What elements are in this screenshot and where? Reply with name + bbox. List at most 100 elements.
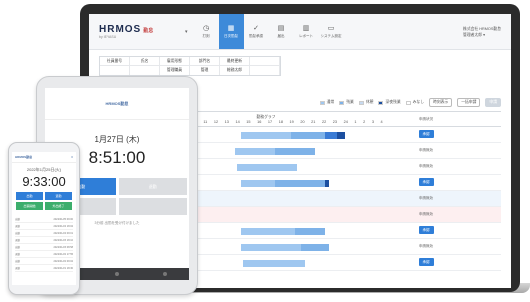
phone-clock-out-button[interactable]: 退勤 bbox=[45, 192, 72, 200]
status-text: 申請無効 bbox=[419, 164, 433, 168]
info-cell: 総務太郎 bbox=[220, 66, 250, 75]
info-cell: 雇用形態 bbox=[160, 57, 190, 66]
dot-icon[interactable] bbox=[163, 272, 167, 276]
cell-action: 申請無効 bbox=[413, 212, 439, 217]
user-menu[interactable]: 株式会社 HRMOS勤怠 管理者太郎 ▾ bbox=[463, 26, 501, 38]
cell-action: 承認 bbox=[413, 130, 439, 138]
punch-time: 2022/01/22 17:55 bbox=[53, 252, 73, 256]
time-display-button[interactable]: 時刻表示 bbox=[429, 98, 453, 107]
nav-item-2[interactable]: ✓ 勤怠承認 bbox=[244, 14, 269, 49]
info-cell: 最終更新 bbox=[220, 57, 250, 66]
hour-tick: 17 bbox=[267, 119, 273, 124]
punch-time: 2022/01/24 09:01 bbox=[53, 231, 73, 235]
phone-clock-in-button[interactable]: 出勤 bbox=[16, 192, 43, 200]
work-bar bbox=[235, 148, 275, 155]
logo: HRMOS 勤怠 bbox=[99, 24, 154, 35]
approve-button[interactable]: 承認 bbox=[418, 258, 434, 266]
hour-tick: 4 bbox=[380, 119, 383, 124]
nav-item-1[interactable]: ▦ 日次勤怠 bbox=[218, 14, 244, 49]
tablet-button-4[interactable] bbox=[118, 198, 187, 215]
header-action: 申請状況 bbox=[419, 116, 433, 121]
status-text: 申請無効 bbox=[419, 196, 433, 200]
list-item[interactable]: 出勤 2022/01/25 09:00 bbox=[15, 216, 73, 223]
hour-tick: 1 bbox=[354, 119, 357, 124]
app-header: HRMOS 勤怠 by IEYASU ▾ ◷ 打刻 ▦ 日次勤怠 ✓ 勤怠承認 ▤ 届出 ▥ レポー… bbox=[89, 14, 511, 50]
work-bar bbox=[301, 244, 329, 251]
legend-item[interactable]: 残業 bbox=[339, 100, 354, 105]
clock-icon: ◷ bbox=[202, 24, 210, 32]
legend-item[interactable]: 休憩 bbox=[358, 100, 374, 105]
cell-action: 承認 bbox=[413, 258, 439, 266]
phone-out-end-button[interactable]: 外出終了 bbox=[45, 202, 72, 210]
legend-item[interactable]: みなし bbox=[405, 100, 425, 105]
logo-subtitle: by IEYASU bbox=[99, 35, 117, 39]
nav-item-5[interactable]: ▭ システム設定 bbox=[319, 14, 344, 49]
phone-date: 2022年1月25日(火) bbox=[26, 167, 62, 172]
list-item[interactable]: 退勤 2022/01/24 18:02 bbox=[15, 223, 73, 230]
punch-history: 出勤 2022/01/25 09:00 退勤 2022/01/24 18:02 出勤 20… bbox=[12, 216, 76, 272]
main-nav: ◷ 打刻 ▦ 日次勤怠 ✓ 勤怠承認 ▤ 届出 ▥ レポート ▭ システム設定 bbox=[194, 14, 344, 49]
phone-screen: HRMOS勤怠 ≡ 2022年1月25日(火) 9:33:00 出勤 退勤 出張… bbox=[12, 152, 76, 285]
nav-item-4[interactable]: ▥ レポート bbox=[294, 14, 319, 49]
nav-label: 届出 bbox=[277, 33, 285, 38]
menu-icon[interactable]: ≡ bbox=[71, 155, 73, 159]
hour-tick: 3 bbox=[371, 119, 374, 124]
clock-out-button[interactable]: 退勤 bbox=[118, 178, 187, 195]
work-bar bbox=[337, 132, 345, 139]
legend-swatch bbox=[405, 100, 411, 105]
info-cell: 社員番号 bbox=[100, 57, 130, 66]
list-item[interactable]: 退勤 2022/01/21 18:30 bbox=[15, 265, 73, 272]
nav-label: 打刻 bbox=[202, 33, 210, 38]
work-bar bbox=[325, 180, 329, 187]
chevron-down-icon[interactable]: ▾ bbox=[185, 29, 188, 35]
approve-button[interactable]: 承認 bbox=[418, 226, 434, 234]
approve-button[interactable]: 承認 bbox=[418, 130, 434, 138]
hour-tick: 2 bbox=[363, 119, 366, 124]
hour-tick: 18 bbox=[278, 119, 283, 124]
legend: 通常 残業 休憩 深夜残業 みなし bbox=[319, 100, 425, 105]
dot-icon[interactable] bbox=[115, 272, 119, 276]
legend-label: みなし bbox=[412, 100, 425, 104]
punch-type: 出勤 bbox=[15, 246, 21, 249]
legend-label: 休憩 bbox=[365, 100, 374, 104]
cell-action: 承認 bbox=[413, 226, 439, 234]
legend-swatch bbox=[358, 100, 364, 105]
punch-type: 退勤 bbox=[15, 253, 21, 256]
document-icon: ▤ bbox=[277, 24, 285, 32]
status-text: 申請無効 bbox=[419, 212, 433, 216]
hour-tick: 13 bbox=[224, 119, 229, 124]
hour-tick: 21 bbox=[311, 119, 316, 124]
report-icon: ▥ bbox=[302, 24, 310, 32]
list-item[interactable]: 退勤 2022/01/23 18:10 bbox=[15, 237, 73, 244]
work-bar bbox=[241, 244, 301, 251]
bulk-apply-button[interactable]: 一括申請 bbox=[457, 98, 481, 107]
info-cell: 管理職員 bbox=[160, 66, 190, 75]
legend-item[interactable]: 通常 bbox=[319, 100, 334, 105]
apply-button[interactable]: 申請 bbox=[485, 98, 501, 107]
work-bar bbox=[275, 148, 315, 155]
hour-tick: 19 bbox=[289, 119, 294, 124]
hour-tick: 23 bbox=[332, 119, 338, 124]
nav-label: 日次勤怠 bbox=[224, 33, 239, 38]
legend-swatch bbox=[319, 100, 325, 105]
hour-tick: 24 bbox=[343, 119, 348, 124]
cell-action: 申請無効 bbox=[413, 244, 439, 249]
list-item[interactable]: 出勤 2022/01/23 08:58 bbox=[15, 244, 73, 251]
nav-item-0[interactable]: ◷ 打刻 bbox=[194, 14, 219, 49]
punch-type: 出勤 bbox=[15, 260, 21, 263]
list-item[interactable]: 出勤 2022/01/22 09:02 bbox=[15, 258, 73, 265]
info-cell bbox=[250, 57, 280, 66]
status-text: 申請無効 bbox=[419, 148, 433, 152]
brand[interactable]: HRMOS 勤怠 by IEYASU bbox=[99, 24, 185, 39]
list-item[interactable]: 出勤 2022/01/24 09:01 bbox=[15, 230, 73, 237]
phone-trip-start-button[interactable]: 出張開始 bbox=[16, 202, 43, 210]
nav-item-3[interactable]: ▤ 届出 bbox=[269, 14, 294, 49]
hour-tick: 15 bbox=[246, 119, 251, 124]
legend-item[interactable]: 深夜残業 bbox=[378, 100, 401, 105]
approve-button[interactable]: 承認 bbox=[418, 178, 434, 186]
list-item[interactable]: 退勤 2022/01/22 17:55 bbox=[15, 251, 73, 258]
legend-label: 残業 bbox=[346, 100, 354, 104]
nav-label: システム設定 bbox=[320, 33, 342, 38]
punch-time: 2022/01/24 18:02 bbox=[53, 224, 73, 228]
punch-type: 退勤 bbox=[15, 225, 21, 228]
